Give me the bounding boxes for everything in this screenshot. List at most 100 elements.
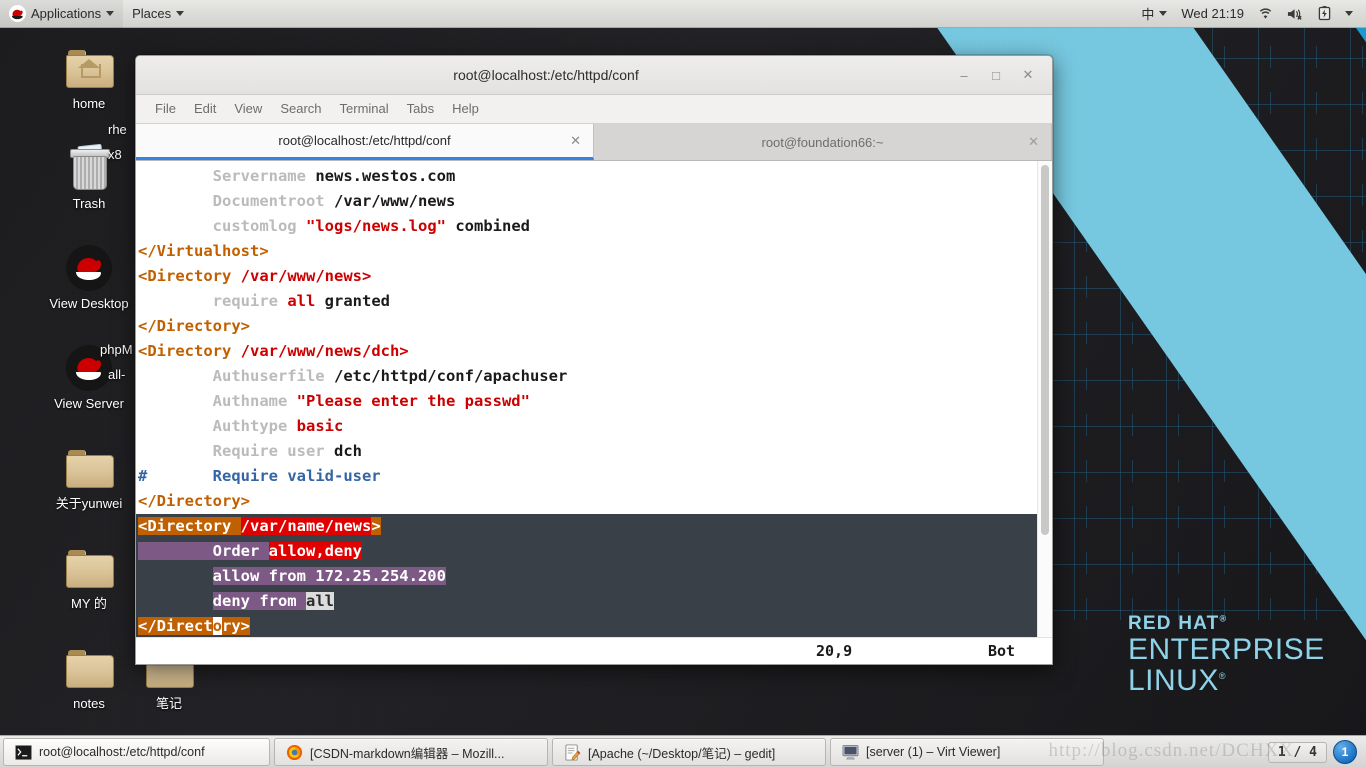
code-line: customlog "logs/news.log" combined [136,214,1052,239]
desktop-icon-view-desktop[interactable]: View Desktop [44,244,134,311]
terminal-icon [14,743,32,761]
code-line: Documentroot /var/www/news [136,189,1052,214]
taskbar-button-terminal[interactable]: root@localhost:/etc/httpd/conf [3,738,270,766]
terminal-titlebar[interactable]: root@localhost:/etc/httpd/conf – □ ✕ [136,56,1052,95]
chevron-down-icon [1345,11,1353,16]
workspace-indicator: 1 / 4 1 [1267,740,1363,764]
code-line: </Directory> [136,314,1052,339]
desktop-icon-notes[interactable]: notes [44,644,134,711]
scrollbar-thumb[interactable] [1041,165,1049,535]
code-line: Authname "Please enter the passwd" [136,389,1052,414]
token-require-valid-user: Require valid-user [212,467,381,485]
occluded-desktop-text-4: all- [108,367,126,382]
desktop-icon-label: View Server [54,396,124,411]
taskbar-button-label: root@localhost:/etc/httpd/conf [39,745,205,759]
volume-muted-icon[interactable] [1280,0,1311,28]
code-line-selected: allow from 172.25.254.200 [136,564,1052,589]
close-icon[interactable]: ✕ [1028,134,1039,150]
desktop-icon-label: home [72,96,106,111]
system-menu-button[interactable] [1338,0,1360,28]
menu-file[interactable]: File [146,95,185,123]
applications-menu[interactable]: Applications [0,0,124,28]
workspace-pager[interactable]: 1 / 4 [1267,741,1327,763]
desktop-icon-label: notes [73,696,105,711]
wifi-icon[interactable] [1251,0,1280,28]
window-controls: – □ ✕ [956,67,1052,83]
token-close-directory: </Directory> [138,492,250,510]
desktop-icon-guanyu-yunwei[interactable]: 关于yunwei [44,444,134,511]
tab-localhost[interactable]: root@localhost:/etc/httpd/conf ✕ [136,124,594,160]
folder-icon [65,444,114,492]
taskbar-button-gedit[interactable]: [Apache (~/Desktop/笔记) – gedit] [552,738,826,766]
menu-tabs[interactable]: Tabs [398,95,443,123]
tab-foundation66[interactable]: root@foundation66:~ ✕ [594,124,1052,160]
input-method-indicator[interactable]: 中 [1134,0,1174,28]
firefox-icon [285,743,303,761]
token-directory-name-path: /var/name/news [240,517,372,535]
desktop-icon-my-de[interactable]: MY 的 [44,544,134,611]
desktop-icon-label: 笔记 [155,696,182,711]
code-line: <Directory /var/www/news/dch> [136,339,1052,364]
token-close-directory-a: </Direct [138,617,213,635]
input-method-label: 中 [1141,7,1155,22]
battery-charging-icon[interactable] [1311,0,1338,28]
folder-icon [65,544,114,592]
occluded-desktop-text-3: phpM [100,342,133,357]
token-comment-hash: # [138,467,148,485]
occluded-desktop-text-2: x8 [108,147,122,162]
token-customlog-value: "logs/news.log" [306,217,446,235]
maximize-button[interactable]: □ [988,67,1004,83]
token-documentroot: Documentroot [212,192,325,210]
chevron-down-icon [176,11,185,16]
token-authname: Authname [212,392,288,410]
code-line: </Directory> [136,489,1052,514]
token-require-all: all [287,292,316,310]
applications-menu-label: Applications [31,6,102,21]
code-line-selected: </Directory> [136,614,1052,637]
folder-icon [65,644,114,692]
minimize-button[interactable]: – [956,67,972,83]
close-button[interactable]: ✕ [1020,67,1036,83]
workspace-badge[interactable]: 1 [1333,740,1357,764]
desktop-icon-label: Trash [72,196,106,211]
desktop-icon-label: 关于yunwei [55,496,123,511]
top-panel: Applications Places 中 Wed 21:19 [0,0,1366,28]
token-close-directory-b: ry> [222,617,250,635]
clock-label: Wed 21:19 [1181,6,1244,21]
terminal-scrollbar[interactable] [1037,161,1052,637]
redhat-logo-icon [65,244,113,292]
window-title: root@localhost:/etc/httpd/conf [453,67,639,83]
vim-editor-buffer[interactable]: Servername news.westos.com Documentroot … [136,161,1052,637]
desktop-icon-label: View Desktop [49,296,129,311]
token-documentroot-value: /var/www/news [333,192,456,210]
token-require-user: Require user [212,442,325,460]
menu-help[interactable]: Help [443,95,488,123]
tab-label: root@localhost:/etc/httpd/conf [278,133,451,148]
menu-search[interactable]: Search [271,95,330,123]
token-order-value: allow,deny [268,542,362,560]
token-order: Order [212,542,260,560]
token-require: require [212,292,278,310]
taskbar-button-label: [server (1) – Virt Viewer] [866,745,1001,759]
token-deny-from: deny from [212,592,297,610]
terminal-window[interactable]: root@localhost:/etc/httpd/conf – □ ✕ Fil… [135,55,1053,665]
menu-view[interactable]: View [225,95,271,123]
token-directory-open: <Directory [138,342,232,360]
token-allow-from: allow from 172.25.254.200 [212,567,446,585]
token-close-virtualhost: </Virtualhost> [138,242,269,260]
taskbar-button-firefox[interactable]: [CSDN-markdown编辑器 – Mozill... [274,738,548,766]
clock[interactable]: Wed 21:19 [1174,0,1251,28]
token-directory-dch-path: /var/www/news/dch> [240,342,409,360]
menu-edit[interactable]: Edit [185,95,225,123]
token-servername-value: news.westos.com [315,167,456,185]
terminal-tab-bar: root@localhost:/etc/httpd/conf ✕ root@fo… [136,124,1052,161]
desktop-icon-home[interactable]: home [44,44,134,111]
taskbar-button-label: [Apache (~/Desktop/笔记) – gedit] [588,746,776,761]
vim-status-line: 20,9 Bot [136,637,1052,664]
menu-terminal[interactable]: Terminal [331,95,398,123]
close-icon[interactable]: ✕ [570,133,581,149]
taskbar-button-virt-viewer[interactable]: [server (1) – Virt Viewer] [830,738,1104,766]
places-menu[interactable]: Places [123,0,193,28]
code-line: # Require valid-user [136,464,1052,489]
token-authtype-value: basic [296,417,344,435]
